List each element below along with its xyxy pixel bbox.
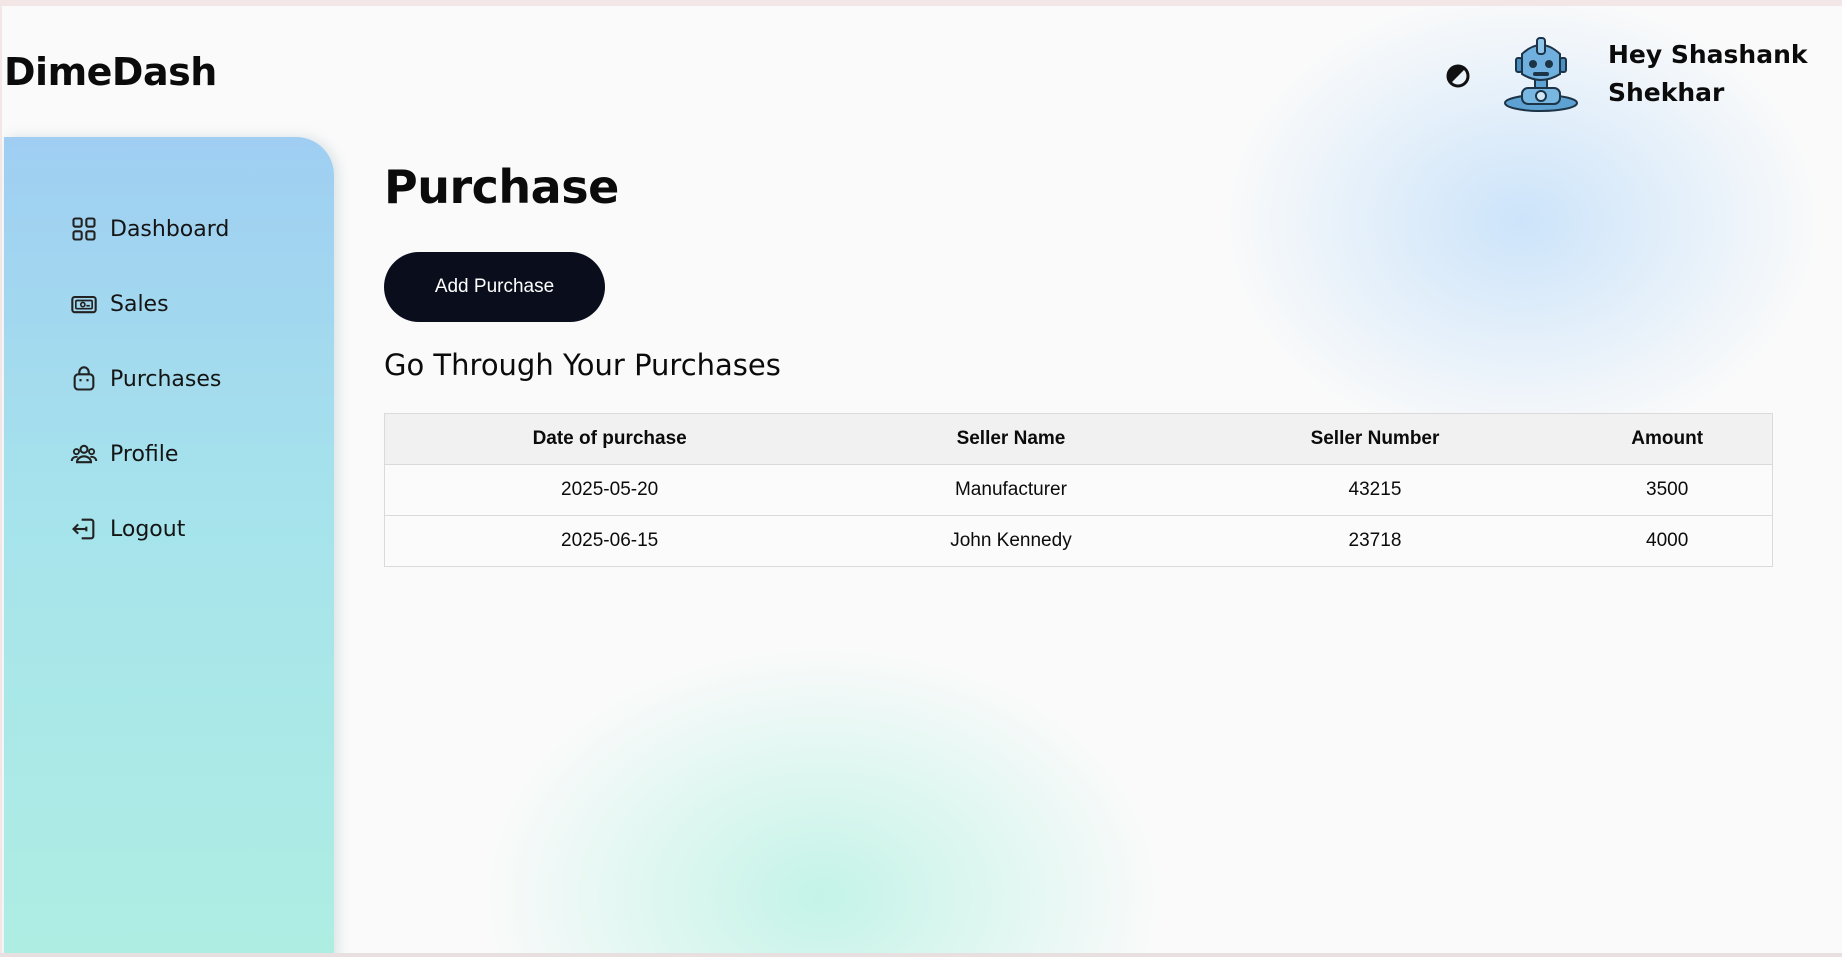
sidebar-item-label: Dashboard [110, 216, 230, 242]
table-row[interactable]: 2025-06-15 John Kennedy 23718 4000 [384, 515, 1774, 567]
contrast-icon[interactable] [1446, 64, 1470, 88]
cell-date: 2025-06-15 [384, 515, 835, 567]
robot-avatar-icon[interactable] [1502, 34, 1580, 112]
money-icon [71, 295, 97, 314]
page-title: Purchase [384, 160, 619, 214]
table-row[interactable]: 2025-05-20 Manufacturer 43215 3500 [384, 464, 1774, 516]
shopping-bag-icon [73, 366, 95, 391]
grid-icon [72, 217, 96, 241]
cell-amount: 3500 [1562, 464, 1774, 516]
column-header-date: Date of purchase [384, 413, 835, 465]
purchases-table: Date of purchase Seller Name Seller Numb… [384, 413, 1774, 567]
bottom-border [0, 953, 1842, 957]
users-icon [70, 444, 98, 464]
user-greeting: Hey Shashank Shekhar [1608, 40, 1808, 107]
cell-seller-name: Manufacturer [834, 464, 1188, 516]
logout-icon [72, 518, 95, 540]
cell-date: 2025-05-20 [384, 464, 835, 516]
column-header-amount: Amount [1562, 413, 1774, 465]
column-header-seller-number: Seller Number [1187, 413, 1563, 465]
cell-seller-number: 43215 [1187, 464, 1563, 516]
sidebar-item-logout[interactable]: Logout [70, 515, 185, 543]
column-header-seller-name: Seller Name [834, 413, 1188, 465]
sidebar-item-sales[interactable]: Sales [70, 290, 169, 318]
sidebar: Dashboard Sales Purchases Profile Logout [4, 137, 334, 953]
add-purchase-button[interactable]: Add Purchase [384, 252, 605, 322]
app-root: DimeDash Hey Shashank Shekhar Dashboard [2, 6, 1842, 953]
cell-amount: 4000 [1562, 515, 1774, 567]
cell-seller-number: 23718 [1187, 515, 1563, 567]
section-heading: Go Through Your Purchases [384, 348, 781, 382]
sidebar-item-profile[interactable]: Profile [70, 440, 178, 468]
sidebar-item-label: Sales [110, 291, 169, 317]
sidebar-item-label: Logout [110, 516, 186, 542]
sidebar-item-label: Profile [110, 441, 179, 467]
brand-logo[interactable]: DimeDash [4, 50, 217, 94]
sidebar-item-purchases[interactable]: Purchases [70, 365, 221, 393]
sidebar-item-label: Purchases [110, 366, 222, 392]
table-header-row: Date of purchase Seller Name Seller Numb… [384, 413, 1774, 465]
sidebar-item-dashboard[interactable]: Dashboard [70, 215, 229, 243]
cell-seller-name: John Kennedy [834, 515, 1188, 567]
